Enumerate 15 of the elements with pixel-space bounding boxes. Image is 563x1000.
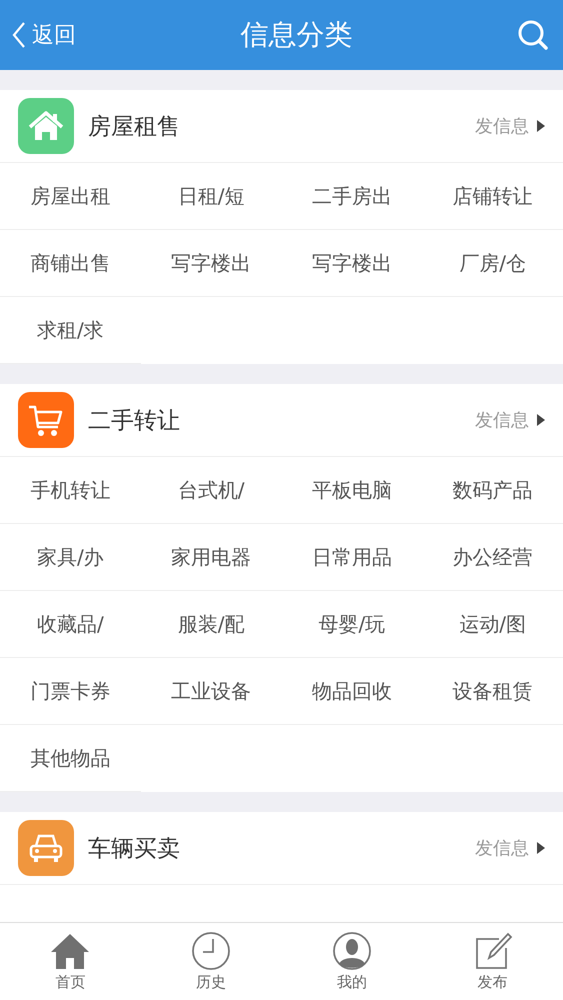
tab-item[interactable]: 首页 (0, 923, 141, 1000)
page-title: 信息分类 (240, 17, 352, 53)
user-icon (332, 931, 372, 971)
search-icon[interactable] (517, 19, 549, 51)
clock-icon (191, 931, 232, 971)
tab-item[interactable]: 历史 (140, 923, 282, 1000)
caret-icon (537, 414, 545, 426)
caret-icon (537, 842, 545, 854)
home-icon (50, 931, 90, 971)
tab-item[interactable]: 我的 (282, 923, 422, 1000)
category-title: 房屋租售 (88, 112, 181, 142)
tab-item[interactable]: 发布 (422, 923, 563, 1000)
category-title: 二手转让 (88, 406, 181, 436)
category-title: 车辆买卖 (88, 834, 181, 864)
caret-icon (537, 120, 545, 132)
